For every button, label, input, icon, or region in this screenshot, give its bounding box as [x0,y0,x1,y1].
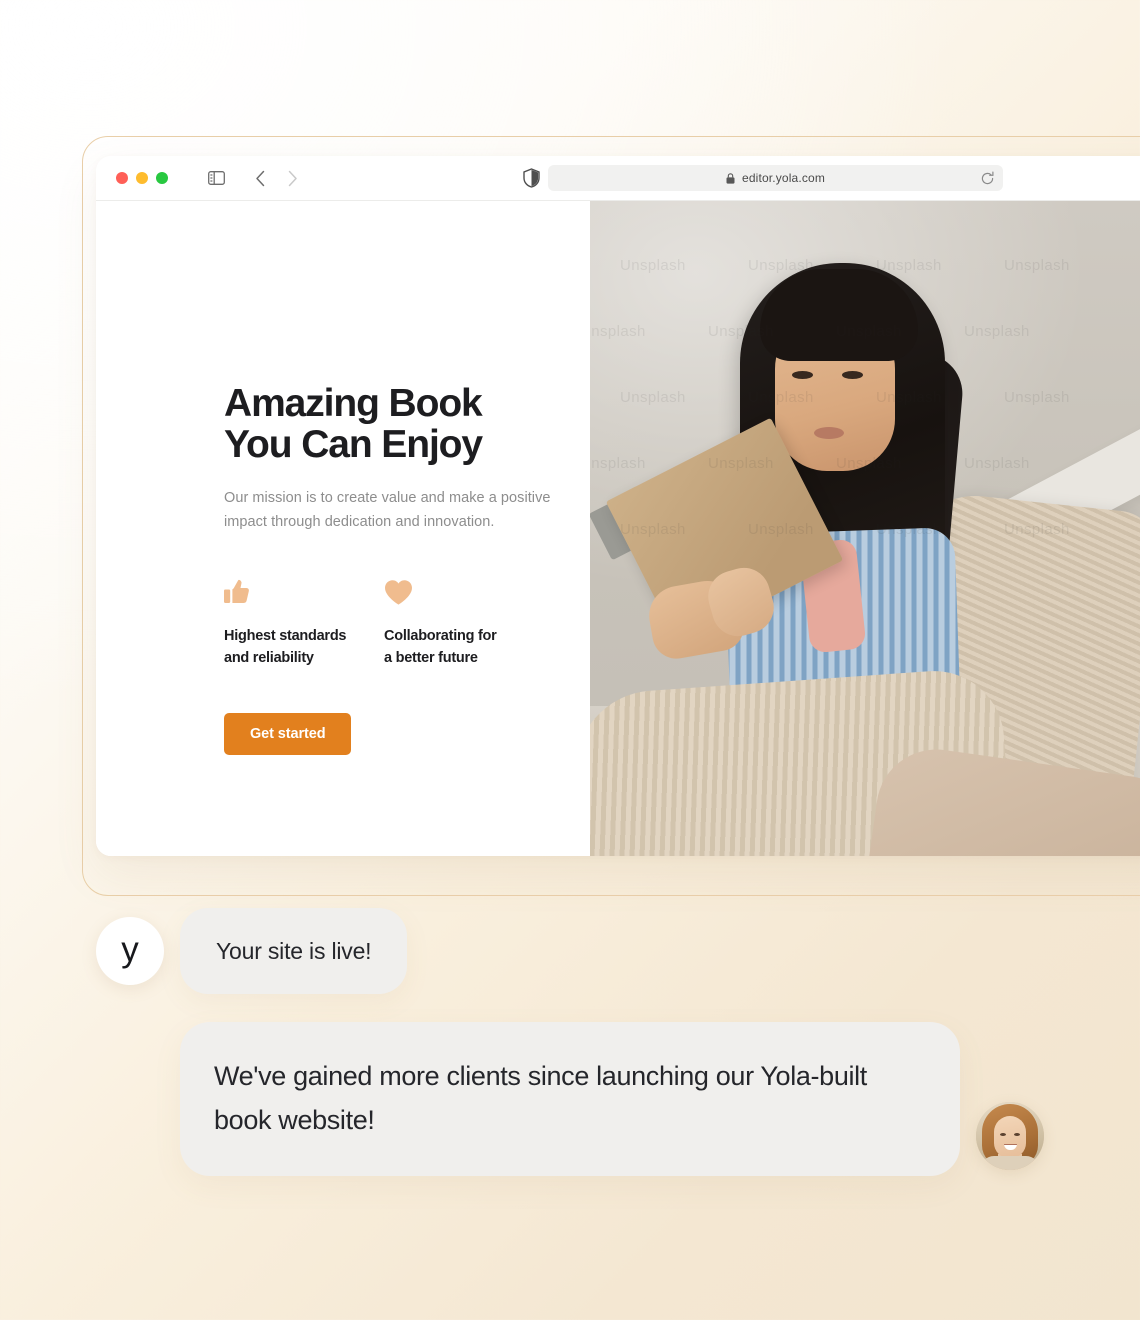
user-photo-avatar [976,1102,1044,1170]
chevron-right-icon [278,164,306,192]
chevron-left-icon[interactable] [246,164,274,192]
yola-logo-avatar: y [96,917,164,985]
close-window-button[interactable] [116,172,128,184]
hero-image: Unsplash Unsplash Unsplash Unsplash Unsp… [590,201,1140,856]
window-traffic-lights[interactable] [116,172,168,184]
url-text: editor.yola.com [742,171,825,185]
feature-list: Highest standards and reliability Collab… [224,576,554,669]
feature-item: Highest standards and reliability [224,576,384,669]
lock-icon [726,172,735,184]
browser-window: editor.yola.com Amazing Book You Can Enj… [96,156,1140,856]
shield-icon[interactable] [520,166,542,190]
reload-icon[interactable] [979,170,995,186]
website-preview: Amazing Book You Can Enjoy Our mission i… [96,201,1140,856]
sidebar-icon[interactable] [202,164,230,192]
chat-message-row: y Your site is live! [96,908,408,994]
hero-text-column: Amazing Book You Can Enjoy Our mission i… [96,201,590,856]
feature-label: Highest standards and reliability [224,628,347,666]
thumbs-up-icon [224,576,384,606]
maximize-window-button[interactable] [156,172,168,184]
address-bar[interactable]: editor.yola.com [548,165,1003,191]
browser-toolbar: editor.yola.com [96,156,1140,201]
yola-logo-letter: y [121,930,139,969]
browser-nav-controls [202,164,306,192]
feature-item: Collaborating for a better future [384,576,544,669]
chat-bubble-site-live: Your site is live! [180,908,408,994]
minimize-window-button[interactable] [136,172,148,184]
chat-message-row: We've gained more clients since launchin… [180,1022,1044,1176]
page-title: Amazing Book You Can Enjoy [224,382,483,466]
chat-bubble-testimonial: We've gained more clients since launchin… [180,1022,960,1176]
get-started-button[interactable]: Get started [224,713,352,755]
heart-icon [384,576,544,606]
hero-paragraph: Our mission is to create value and make … [224,490,551,530]
feature-label: Collaborating for a better future [384,628,497,666]
